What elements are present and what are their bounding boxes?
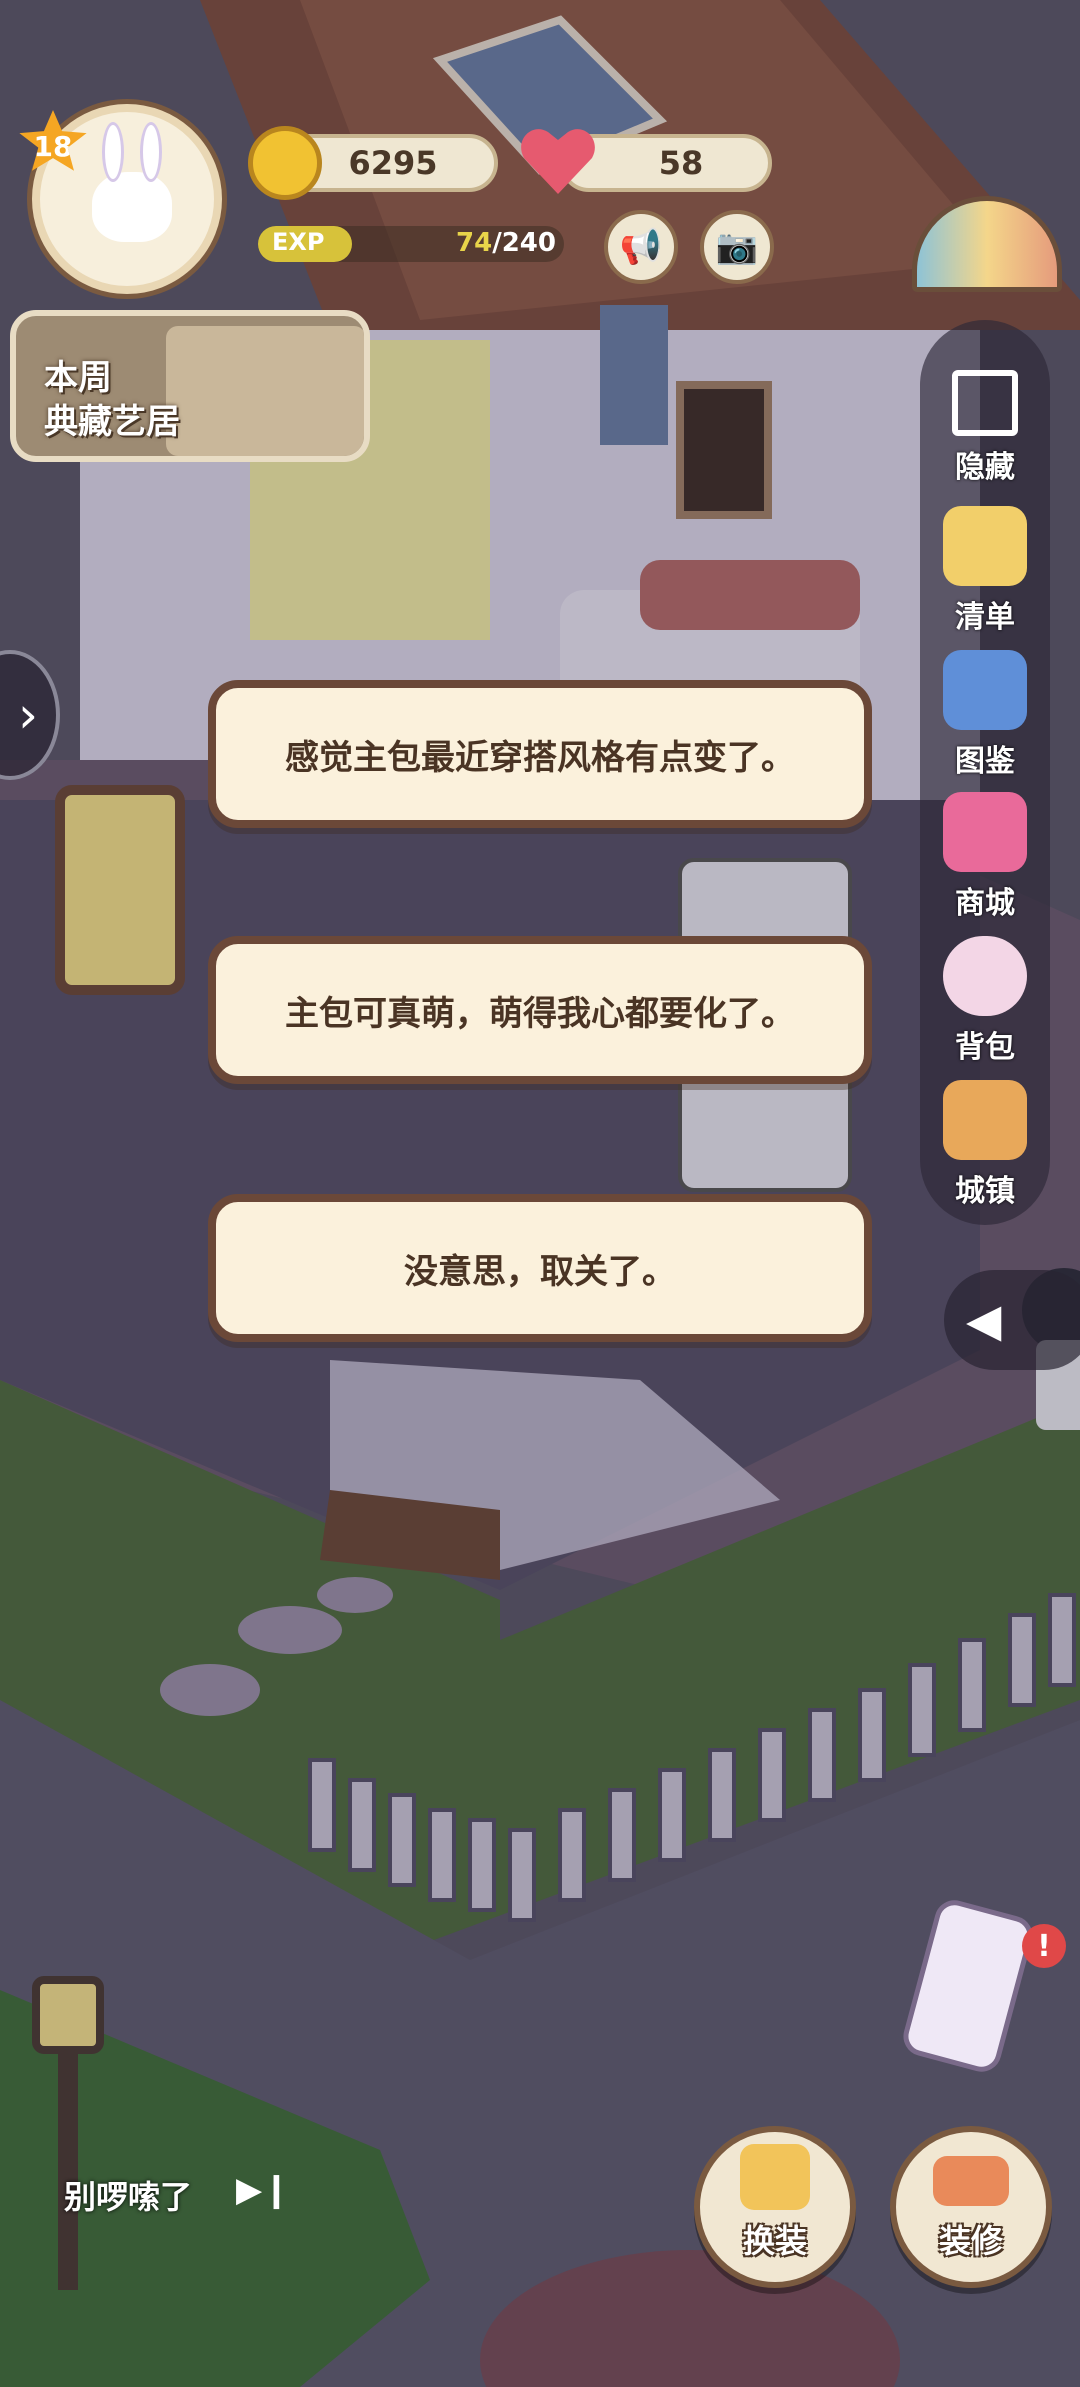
menu-label-checklist: 清单 (955, 600, 1015, 635)
weekly-collection-banner[interactable]: 本周 典藏艺居 (10, 310, 370, 462)
menu-hide[interactable]: 隐藏 (920, 360, 1050, 500)
dialog-option-1[interactable]: 感觉主包最近穿搭风格有点变了。 (208, 680, 872, 828)
side-menu: 隐藏 清单 图鉴 商城 背包 城镇 (920, 320, 1050, 1225)
exp-label: EXP (272, 228, 325, 256)
weekly-room-thumbnail (166, 326, 364, 456)
menu-label-shop: 商城 (955, 886, 1015, 921)
dialog-option-text: 没意思，取关了。 (404, 1251, 676, 1292)
announcement-button[interactable]: 📢 (604, 210, 678, 284)
weekly-label-line1: 本周 (44, 358, 112, 398)
coin-icon (248, 126, 322, 200)
triangle-left-icon: ◀ (966, 1293, 1002, 1347)
town-castle-icon (943, 1080, 1027, 1160)
camera-button[interactable]: 📷 (700, 210, 774, 284)
checklist-icon (943, 506, 1027, 586)
collection-book-icon (943, 650, 1027, 730)
decorate-button[interactable]: 装修 (890, 2126, 1052, 2288)
exp-bar: EXP 74/240 (258, 226, 564, 262)
play-next-icon: ▶❙ (236, 2170, 291, 2210)
fullscreen-icon (952, 370, 1018, 436)
menu-label-collection: 图鉴 (955, 744, 1015, 779)
bunny-avatar-icon (92, 122, 172, 242)
menu-town[interactable]: 城镇 (920, 1076, 1050, 1216)
menu-checklist[interactable]: 清单 (920, 502, 1050, 642)
exp-current: 74 (456, 228, 493, 258)
outfit-label: 换装 (742, 2222, 807, 2260)
weekly-label-line2: 典藏艺居 (44, 402, 180, 442)
menu-shop[interactable]: 商城 (920, 788, 1050, 928)
megaphone-icon: 📢 (619, 227, 663, 267)
menu-label-hide: 隐藏 (955, 450, 1015, 485)
dialog-option-text: 感觉主包最近穿搭风格有点变了。 (285, 737, 795, 778)
menu-label-backpack: 背包 (955, 1030, 1015, 1065)
decorate-label: 装修 (938, 2222, 1003, 2260)
music-title: 别啰嗦了 (64, 2178, 193, 2216)
camera-icon: 📷 (715, 227, 759, 267)
backpack-icon (943, 936, 1027, 1016)
right-panel-toggle[interactable]: ◀ (944, 1270, 1080, 1370)
outfit-icon (740, 2144, 810, 2210)
exp-max: /240 (492, 228, 556, 258)
exp-value: 74/240 (456, 228, 556, 258)
menu-label-town: 城镇 (955, 1174, 1015, 1209)
dialog-option-3[interactable]: 没意思，取关了。 (208, 1194, 872, 1342)
dialog-option-2[interactable]: 主包可真萌，萌得我心都要化了。 (208, 936, 872, 1084)
dialog-option-text: 主包可真萌，萌得我心都要化了。 (285, 993, 795, 1034)
paint-roller-icon (933, 2156, 1009, 2206)
outfit-button[interactable]: 换装 (694, 2126, 856, 2288)
menu-backpack[interactable]: 背包 (920, 932, 1050, 1072)
menu-collection[interactable]: 图鉴 (920, 646, 1050, 786)
play-next-button[interactable]: ▶❙ (236, 2170, 291, 2210)
shop-icon (943, 792, 1027, 872)
chevron-right-icon: › (18, 686, 38, 744)
alert-icon: ! (1022, 1924, 1066, 1968)
